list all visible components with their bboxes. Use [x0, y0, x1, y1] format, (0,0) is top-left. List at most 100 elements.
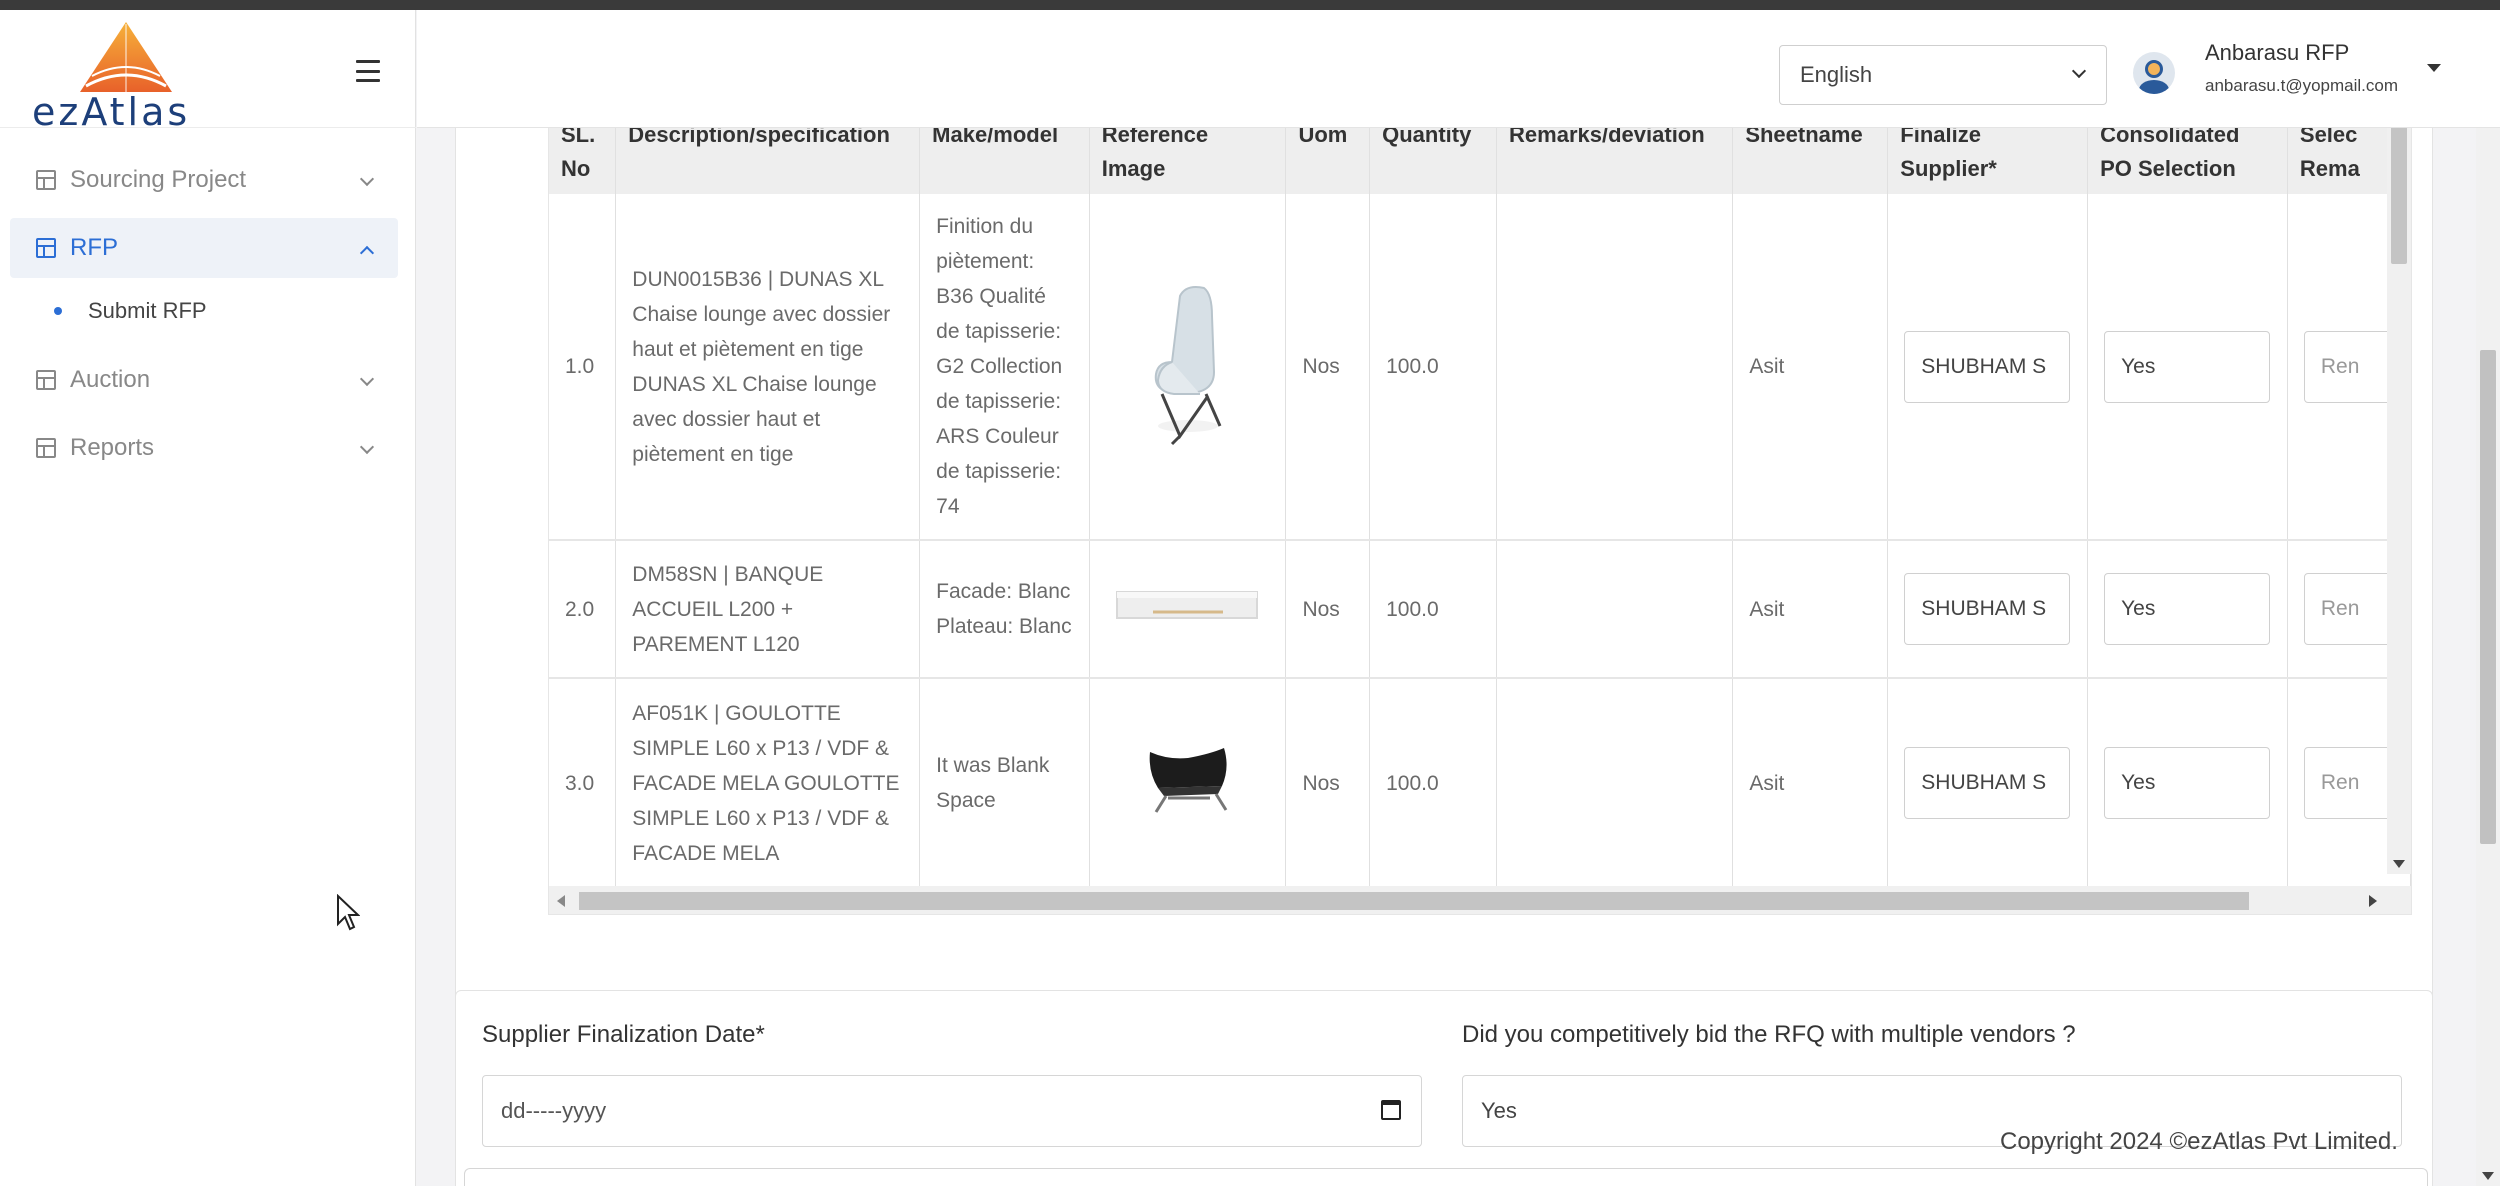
col-header-remarks: Remarks/deviation [1496, 128, 1734, 194]
col-header-po: Consolidated PO Selection [2087, 128, 2288, 194]
cell-quantity: 100.0 [1369, 194, 1498, 541]
supplier-select[interactable]: SHUBHAM S [1904, 747, 2071, 819]
scroll-left-arrow-icon[interactable] [557, 895, 565, 907]
user-name: Anbarasu RFP [2205, 40, 2350, 65]
table-icon [36, 238, 56, 258]
chevron-down-icon [2071, 63, 2087, 79]
language-select[interactable]: English [1779, 45, 2107, 105]
date-placeholder: dd-----yyyy [501, 1098, 607, 1123]
scroll-down-arrow-icon[interactable] [2393, 860, 2405, 868]
cell-remarks [1496, 678, 1734, 889]
main-content: SL. No Description/specification Make/mo… [417, 128, 2477, 1186]
cell-image [1089, 194, 1287, 541]
scrollbar-thumb[interactable] [2480, 350, 2496, 844]
supplier-finalization-date-input[interactable]: dd-----yyyy [482, 1075, 1422, 1147]
cell-image [1089, 678, 1287, 889]
cell-sl: 3.0 [549, 678, 617, 889]
cell-uom: Nos [1285, 678, 1371, 889]
col-header-quantity: Quantity [1369, 128, 1498, 194]
table-row: 1.0 DUN0015B36 | DUNAS XL Chaise lounge … [549, 194, 2411, 541]
hamburger-menu-icon[interactable] [356, 60, 380, 82]
calendar-icon[interactable] [1381, 1100, 1401, 1120]
bullet-icon [54, 307, 62, 315]
col-header-make: Make/model [919, 128, 1090, 194]
items-table: SL. No Description/specification Make/mo… [549, 128, 2411, 889]
cell-supplier: SHUBHAM S [1887, 194, 2089, 541]
scroll-right-arrow-icon[interactable] [2369, 895, 2377, 907]
cell-sl: 1.0 [549, 194, 617, 541]
cell-make: It was Blank Space [919, 678, 1090, 889]
cell-po: Yes [2087, 540, 2288, 679]
supplier-select[interactable]: SHUBHAM S [1904, 330, 2071, 403]
page-vertical-scrollbar[interactable] [2476, 128, 2500, 1186]
sidebar-item-reports[interactable]: Reports [10, 418, 398, 478]
table-icon [36, 438, 56, 458]
cell-make: Facade: Blanc Plateau: Blanc [919, 540, 1090, 679]
user-email: anbarasu.t@yopmail.com [2205, 76, 2399, 95]
cell-image [1089, 540, 1287, 679]
reception-desk-image[interactable] [1113, 582, 1263, 626]
remarks-input[interactable]: Ren [2303, 573, 2394, 645]
black-lounge-chair-image[interactable] [1138, 738, 1238, 818]
user-menu-caret-icon[interactable] [2427, 64, 2441, 72]
cell-uom: Nos [1285, 194, 1371, 541]
logo-area: ezAtlas [0, 10, 416, 134]
scrollbar-thumb[interactable] [2391, 128, 2407, 264]
chevron-down-icon [359, 439, 375, 455]
col-header-sl: SL. No [549, 128, 617, 194]
logo-text: ezAtlas [32, 90, 191, 134]
top-header: English Anbarasu RFP anbarasu.t@yopmail.… [417, 10, 2500, 128]
sidebar-item-label: RFP [70, 234, 118, 261]
sidebar-item-sourcing-project[interactable]: Sourcing Project [10, 150, 398, 210]
po-selection-input[interactable]: Yes [2104, 330, 2271, 403]
cell-po: Yes [2087, 678, 2288, 889]
cell-supplier: SHUBHAM S [1887, 540, 2089, 679]
cell-quantity: 100.0 [1369, 540, 1498, 679]
table-icon [36, 170, 56, 190]
cell-description: DM58SN | BANQUE ACCUEIL L200 + PAREMENT … [615, 540, 921, 679]
items-card: SL. No Description/specification Make/mo… [455, 128, 2433, 1098]
cell-sheetname: Asit [1732, 194, 1889, 541]
cell-po: Yes [2087, 194, 2288, 541]
window-top-bar [0, 0, 2500, 10]
items-table-container[interactable]: SL. No Description/specification Make/mo… [548, 128, 2412, 915]
col-header-supplier: Finalize Supplier* [1887, 128, 2089, 194]
scrollbar-thumb[interactable] [579, 892, 2249, 910]
supplier-finalization-date-label: Supplier Finalization Date* [482, 1021, 765, 1048]
table-header-row: SL. No Description/specification Make/mo… [549, 128, 2411, 194]
sidebar-item-label: Auction [70, 366, 151, 393]
remarks-input[interactable]: Ren [2303, 330, 2394, 403]
po-selection-input[interactable]: Yes [2104, 747, 2271, 819]
scroll-down-arrow-icon[interactable] [2482, 1172, 2494, 1180]
supplier-select[interactable]: SHUBHAM S [1904, 573, 2071, 645]
table-row: 2.0 DM58SN | BANQUE ACCUEIL L200 + PAREM… [549, 540, 2411, 679]
cell-uom: Nos [1285, 540, 1371, 679]
chevron-up-icon [359, 245, 375, 261]
sidebar-item-auction[interactable]: Auction [10, 350, 398, 410]
lounge-chair-image[interactable] [1128, 276, 1248, 446]
language-select-value: English [1800, 62, 1873, 87]
col-header-sheetname: Sheetname [1732, 128, 1889, 194]
chevron-down-icon [359, 171, 375, 187]
remarks-input[interactable]: Ren [2303, 747, 2394, 819]
avatar[interactable] [2133, 52, 2175, 94]
po-selection-input[interactable]: Yes [2104, 573, 2271, 645]
finalization-form: Supplier Finalization Date* dd-----yyyy … [455, 990, 2433, 1186]
sidebar: ezAtlas Sourcing Project RFP Submit RFP … [0, 10, 416, 1186]
mouse-cursor-icon [337, 894, 360, 931]
competitive-bid-label: Did you competitively bid the RFQ with m… [1462, 1021, 2076, 1048]
sidebar-item-rfp[interactable]: RFP [10, 218, 398, 278]
table-vertical-scrollbar[interactable] [2387, 128, 2411, 874]
col-header-description: Description/specification [615, 128, 921, 194]
col-header-image: Reference Image [1089, 128, 1287, 194]
sidebar-item-label: Reports [70, 434, 155, 461]
cell-sheetname: Asit [1732, 540, 1889, 679]
table-row: 3.0 AF051K | GOULOTTE SIMPLE L60 x P13 /… [549, 678, 2411, 889]
cell-sl: 2.0 [549, 540, 617, 679]
cell-quantity: 100.0 [1369, 678, 1498, 889]
col-header-uom: Uom [1285, 128, 1371, 194]
cell-description: DUN0015B36 | DUNAS XL Chaise lounge avec… [615, 194, 921, 541]
table-horizontal-scrollbar[interactable] [549, 886, 2411, 914]
sidebar-subitem-submit-rfp[interactable]: Submit RFP [54, 286, 416, 336]
table-icon [36, 370, 56, 390]
